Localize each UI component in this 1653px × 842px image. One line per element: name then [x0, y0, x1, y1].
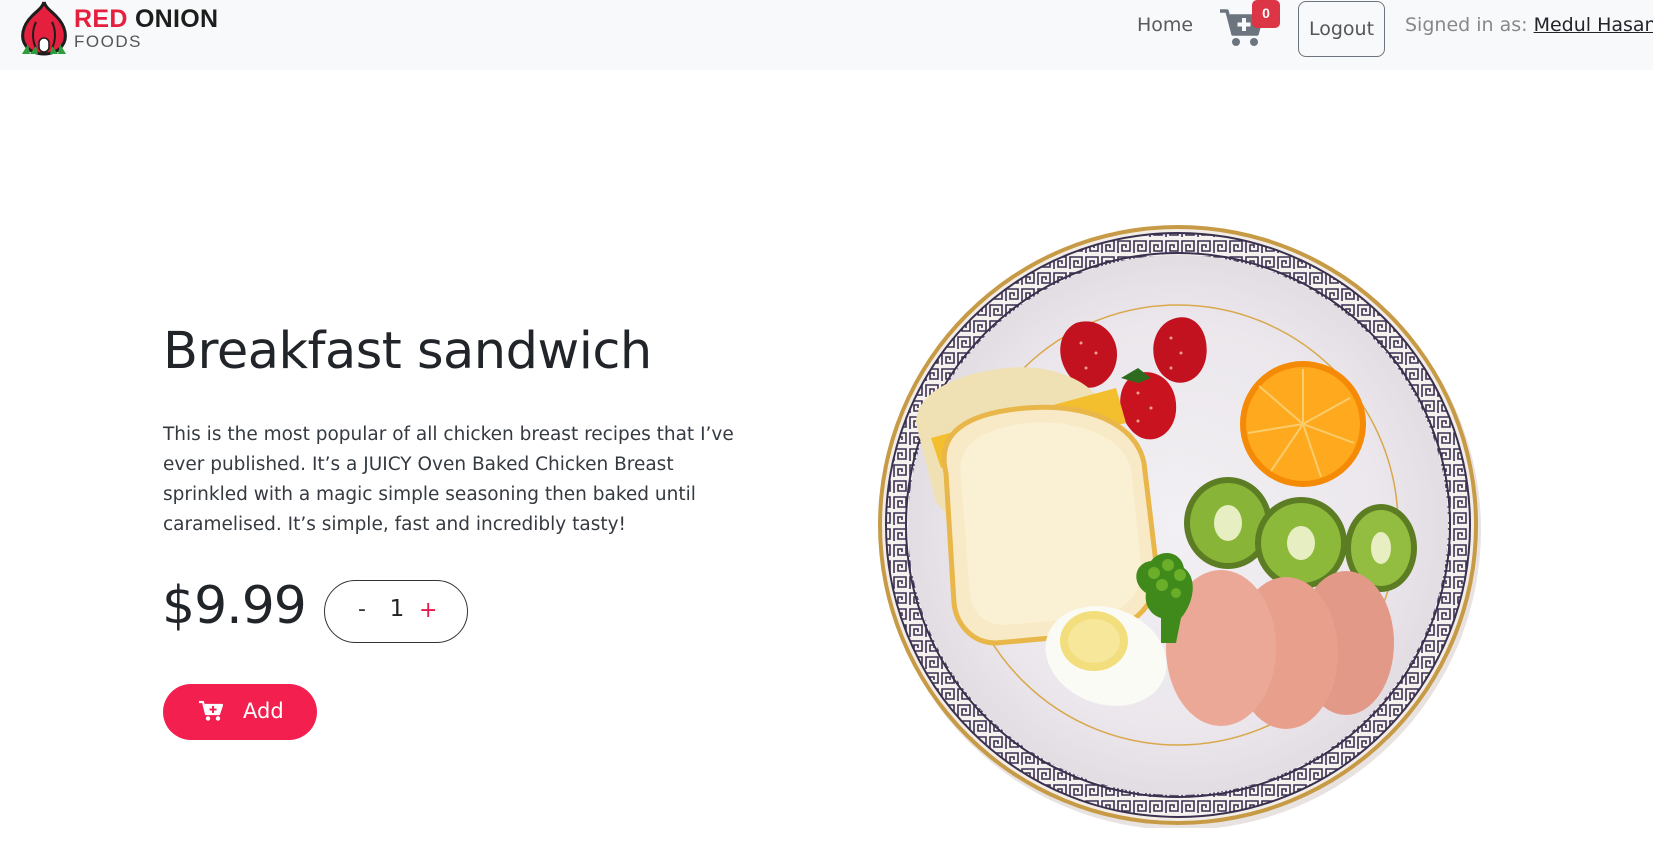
signed-in-prefix: Signed in as:: [1405, 14, 1534, 36]
product-price: $9.99: [162, 576, 307, 636]
brand-name-red: RED: [74, 5, 128, 33]
brand-subtitle: FOODS: [74, 32, 142, 51]
product-image: [878, 225, 1481, 828]
signed-in-status: Signed in as: Medul Hasan: [1405, 14, 1653, 36]
quantity-value: 1: [389, 596, 405, 622]
brand-name-dark: ONION: [134, 5, 219, 33]
navbar: RED ONION FOODS Home 0 Logout Signed in …: [0, 0, 1653, 70]
nav-home-link[interactable]: Home: [1137, 14, 1193, 36]
product-title: Breakfast sandwich: [163, 322, 652, 381]
quantity-stepper: - 1 +: [324, 580, 468, 643]
add-to-cart-button[interactable]: Add: [163, 684, 317, 740]
logout-button[interactable]: Logout: [1298, 1, 1385, 57]
cart-button[interactable]: 0: [1220, 0, 1282, 50]
quantity-decrease-button[interactable]: -: [358, 597, 366, 622]
cart-plus-icon: [199, 700, 223, 721]
quantity-increase-button[interactable]: +: [419, 598, 437, 623]
cart-count-badge: 0: [1252, 0, 1280, 28]
product-description: This is the most popular of all chicken …: [163, 424, 734, 535]
user-name-link[interactable]: Medul Hasan: [1534, 14, 1653, 36]
add-to-cart-label: Add: [243, 699, 284, 723]
red-onion-logo-icon: [21, 1, 67, 56]
brand-logo-link[interactable]: RED ONION FOODS: [18, 0, 218, 56]
